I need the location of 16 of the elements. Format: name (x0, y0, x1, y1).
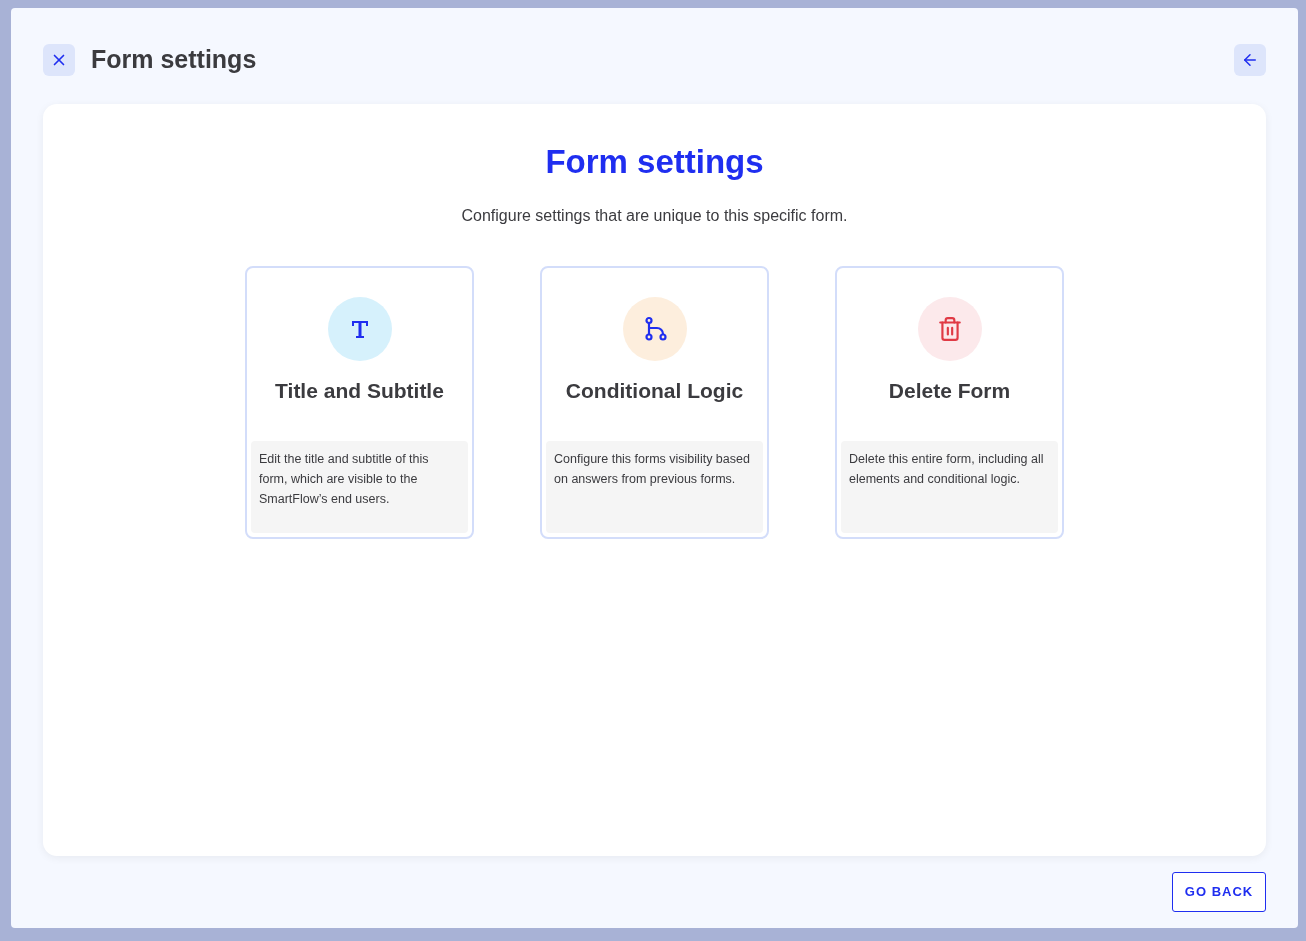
close-button[interactable] (43, 44, 75, 76)
page-subtitle: Configure settings that are unique to this specific form. (461, 206, 848, 226)
card-title: Title and Subtitle (275, 378, 444, 404)
page-heading: Form settings (545, 142, 764, 182)
trash-icon (936, 316, 963, 342)
card-description: Delete this entire form, including all elements and conditional logic. (841, 441, 1058, 533)
card-title: Conditional Logic (565, 378, 744, 404)
dialog-title: Form settings (91, 44, 257, 76)
settings-card[interactable]: Title and Subtitle Edit the title and subtitle of this form, which are visible to the SmartFlow’s end users. (245, 266, 474, 539)
card-description: Configure this forms visibility based on answers from previous forms. (546, 441, 763, 533)
settings-card[interactable]: Delete Form Delete this entire form, including all elements and conditional logic. (835, 266, 1064, 539)
back-button[interactable] (1234, 44, 1266, 76)
settings-card[interactable]: Conditional Logic Configure this forms visibility based on answers from previous forms. (540, 266, 769, 539)
go-back-button[interactable]: GO BACK (1172, 872, 1266, 912)
card-description: Edit the title and subtitle of this form, which are visible to the SmartFlow’s end users. (251, 441, 468, 533)
card-title: Delete Form (888, 378, 1011, 404)
